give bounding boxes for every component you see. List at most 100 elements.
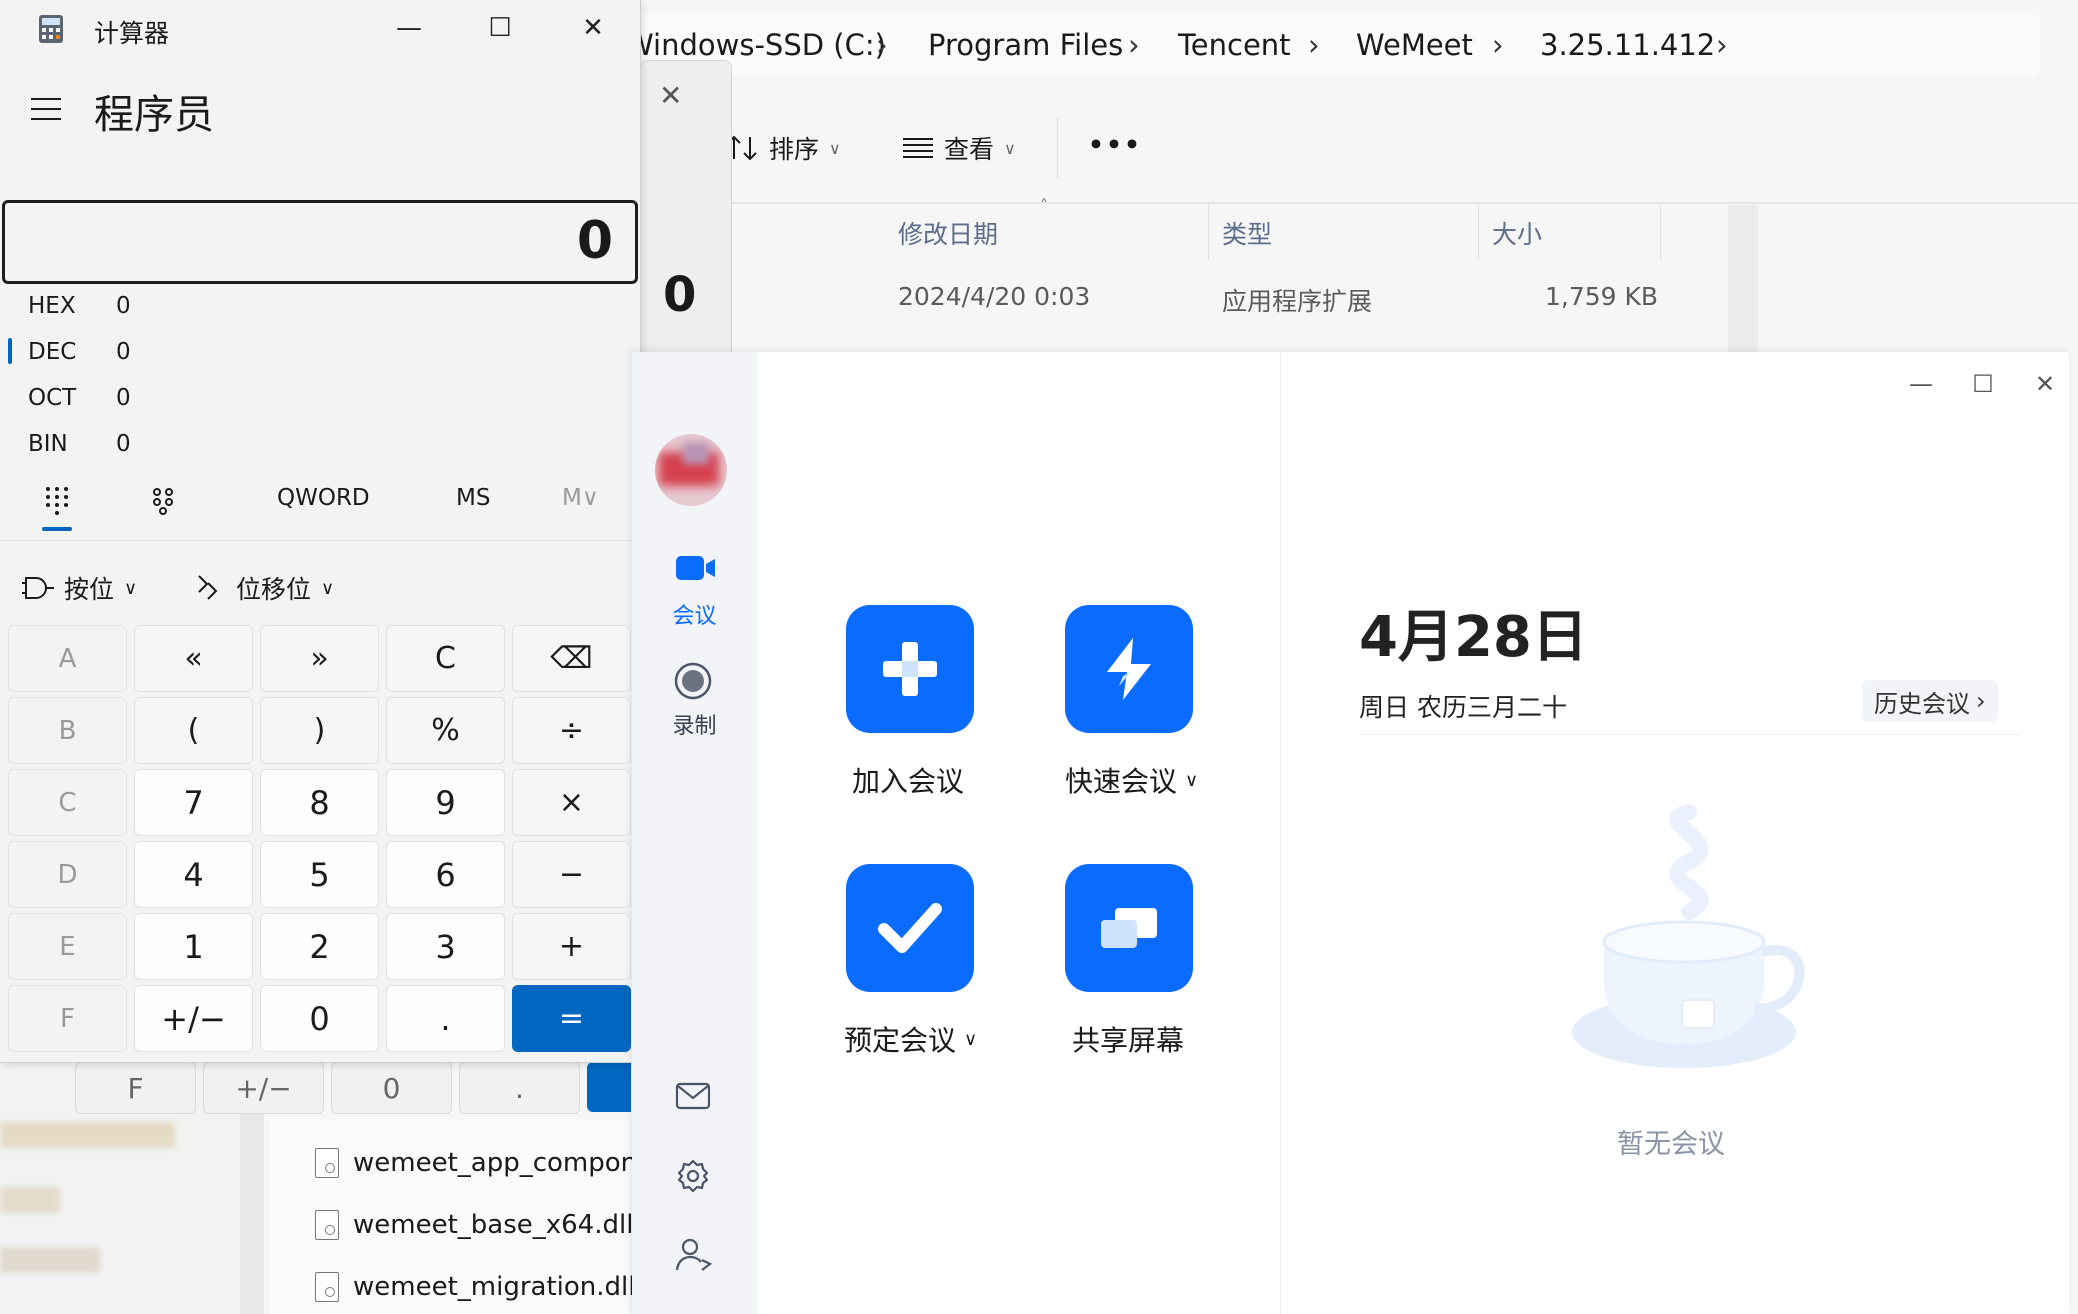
- mail-button[interactable]: [675, 1082, 711, 1110]
- hamburger-menu-button[interactable]: [30, 97, 62, 121]
- share-screen-label[interactable]: 共享屏幕: [1072, 1019, 1184, 1059]
- folder-item-blurred[interactable]: [0, 1122, 175, 1148]
- digit-key-1[interactable]: 1: [134, 913, 253, 980]
- maximize-button[interactable]: ☐: [465, 8, 535, 48]
- hex-digit-key-b[interactable]: B: [8, 697, 127, 764]
- history-meetings-button[interactable]: 历史会议 ›: [1862, 680, 1998, 722]
- user-avatar[interactable]: [655, 434, 727, 506]
- hex-digit-key-c[interactable]: C: [8, 769, 127, 836]
- file-row[interactable]: wemeet_app_componen: [315, 1148, 670, 1178]
- contacts-button[interactable]: [675, 1236, 713, 1274]
- column-separator[interactable]: [1660, 205, 1661, 260]
- clear-key[interactable]: C: [386, 625, 505, 692]
- shift-left-key[interactable]: «: [134, 625, 253, 692]
- bitshift-icon: [198, 575, 218, 600]
- digit-key-9[interactable]: 9: [386, 769, 505, 836]
- dll-file-icon: [315, 1148, 339, 1178]
- digit-key-6[interactable]: 6: [386, 841, 505, 908]
- full-keypad-tab[interactable]: [44, 485, 70, 515]
- hex-digit-key-d[interactable]: D: [8, 841, 127, 908]
- file-row[interactable]: wemeet_base_x64.dll: [315, 1210, 633, 1240]
- open-paren-key[interactable]: (: [134, 697, 253, 764]
- sort-arrow-icon: ˄: [1040, 196, 1048, 215]
- column-separator[interactable]: [1208, 205, 1209, 260]
- file-row[interactable]: wemeet_migration.dll: [315, 1272, 635, 1302]
- divide-key[interactable]: ÷: [512, 697, 631, 764]
- shift-right-key[interactable]: »: [260, 625, 379, 692]
- digit-key-0[interactable]: 0: [260, 985, 379, 1052]
- minimize-button[interactable]: —: [1893, 364, 1949, 404]
- radix-hex-label[interactable]: HEX: [28, 293, 76, 319]
- digit-key-7[interactable]: 7: [134, 769, 253, 836]
- bitshift-dropdown[interactable]: 位移位 ∨: [196, 570, 334, 606]
- digit-key-5[interactable]: 5: [260, 841, 379, 908]
- window-title: 计算器: [94, 19, 170, 48]
- digit-key-8[interactable]: 8: [260, 769, 379, 836]
- equals-key[interactable]: =: [512, 985, 631, 1052]
- quick-meeting-dropdown[interactable]: 快速会议 ∨: [1065, 760, 1198, 800]
- sort-button[interactable]: 排序 ∨: [725, 130, 841, 166]
- close-button[interactable]: ✕: [558, 8, 628, 48]
- join-meeting-label[interactable]: 加入会议: [852, 760, 964, 800]
- bit-toggle-tab[interactable]: [152, 487, 176, 515]
- breadcrumb-version[interactable]: 3.25.11.412: [1540, 28, 1715, 62]
- join-meeting-button[interactable]: [846, 605, 974, 733]
- minimize-icon: —: [396, 13, 422, 43]
- subtract-key[interactable]: −: [512, 841, 631, 908]
- decimal-key[interactable]: .: [386, 985, 505, 1052]
- folder-item-blurred[interactable]: [0, 1187, 60, 1213]
- digit-key-4[interactable]: 4: [134, 841, 253, 908]
- close-button[interactable]: ✕: [2017, 364, 2073, 404]
- add-key[interactable]: +: [512, 913, 631, 980]
- schedule-meeting-button[interactable]: [846, 864, 974, 992]
- memory-store-button[interactable]: MS: [456, 485, 490, 511]
- breadcrumb-wemeet[interactable]: WeMeet: [1356, 28, 1473, 62]
- radix-dec-label[interactable]: DEC: [28, 339, 76, 365]
- column-separator[interactable]: [1478, 205, 1479, 260]
- more-options-button[interactable]: •••: [1088, 130, 1142, 159]
- memory-list-button[interactable]: M∨: [562, 485, 599, 511]
- view-button[interactable]: 查看 ∨: [902, 130, 1016, 166]
- digit-key-3[interactable]: 3: [386, 913, 505, 980]
- backspace-key[interactable]: ⌫: [512, 625, 631, 692]
- scrollbar[interactable]: [1728, 205, 1758, 353]
- quick-meeting-button[interactable]: [1065, 605, 1193, 733]
- word-size-button[interactable]: QWORD: [277, 485, 370, 511]
- share-screen-button[interactable]: [1065, 864, 1193, 992]
- breadcrumb-program-files[interactable]: Program Files: [928, 28, 1123, 62]
- negate-key[interactable]: +/−: [134, 985, 253, 1052]
- settings-button[interactable]: [675, 1158, 711, 1194]
- schedule-meeting-label: 预定会议: [844, 1024, 957, 1057]
- multiply-key[interactable]: ×: [512, 769, 631, 836]
- calculator-display: 0: [2, 200, 638, 284]
- column-header-size[interactable]: 大小: [1492, 215, 1542, 251]
- schedule-meeting-dropdown[interactable]: 预定会议 ∨: [844, 1019, 977, 1059]
- meetings-nav-item[interactable]: [675, 554, 717, 582]
- breadcrumb-tencent[interactable]: Tencent: [1178, 28, 1291, 62]
- breadcrumb-drive[interactable]: Windows-SSD (C:): [625, 28, 886, 62]
- close-icon[interactable]: ✕: [659, 79, 682, 112]
- meetings-nav-label[interactable]: 会议: [632, 598, 757, 630]
- maximize-button[interactable]: ☐: [1955, 364, 2011, 404]
- close-paren-key[interactable]: ): [260, 697, 379, 764]
- hex-digit-key-f[interactable]: F: [8, 985, 127, 1052]
- minimize-button[interactable]: —: [374, 8, 444, 48]
- record-nav-label[interactable]: 录制: [632, 708, 757, 740]
- radix-bin-label[interactable]: BIN: [28, 431, 68, 457]
- radix-bin-value: 0: [116, 431, 131, 457]
- hex-digit-key-a[interactable]: A: [8, 625, 127, 692]
- digit-key-2[interactable]: 2: [260, 913, 379, 980]
- keypad: A «» C ⌫ B()% ÷ C 7 8 9 × D 4 5 6− E 1 2 3 + F +/− 0. =: [8, 625, 631, 1052]
- column-header-date[interactable]: 修改日期: [898, 215, 998, 251]
- record-nav-item[interactable]: [674, 662, 712, 700]
- modulo-key[interactable]: %: [386, 697, 505, 764]
- radix-oct-label[interactable]: OCT: [28, 385, 76, 411]
- column-header-type[interactable]: 类型: [1222, 215, 1272, 251]
- chevron-down-icon: ∨: [1004, 138, 1016, 158]
- close-icon: ✕: [2034, 370, 2056, 398]
- ghost-equals-key: [587, 1062, 631, 1112]
- folder-item-blurred[interactable]: [0, 1247, 100, 1273]
- hex-digit-key-e[interactable]: E: [8, 913, 127, 980]
- bitwise-dropdown[interactable]: 按位 ∨: [22, 570, 137, 606]
- ghost-key: F: [75, 1062, 196, 1114]
